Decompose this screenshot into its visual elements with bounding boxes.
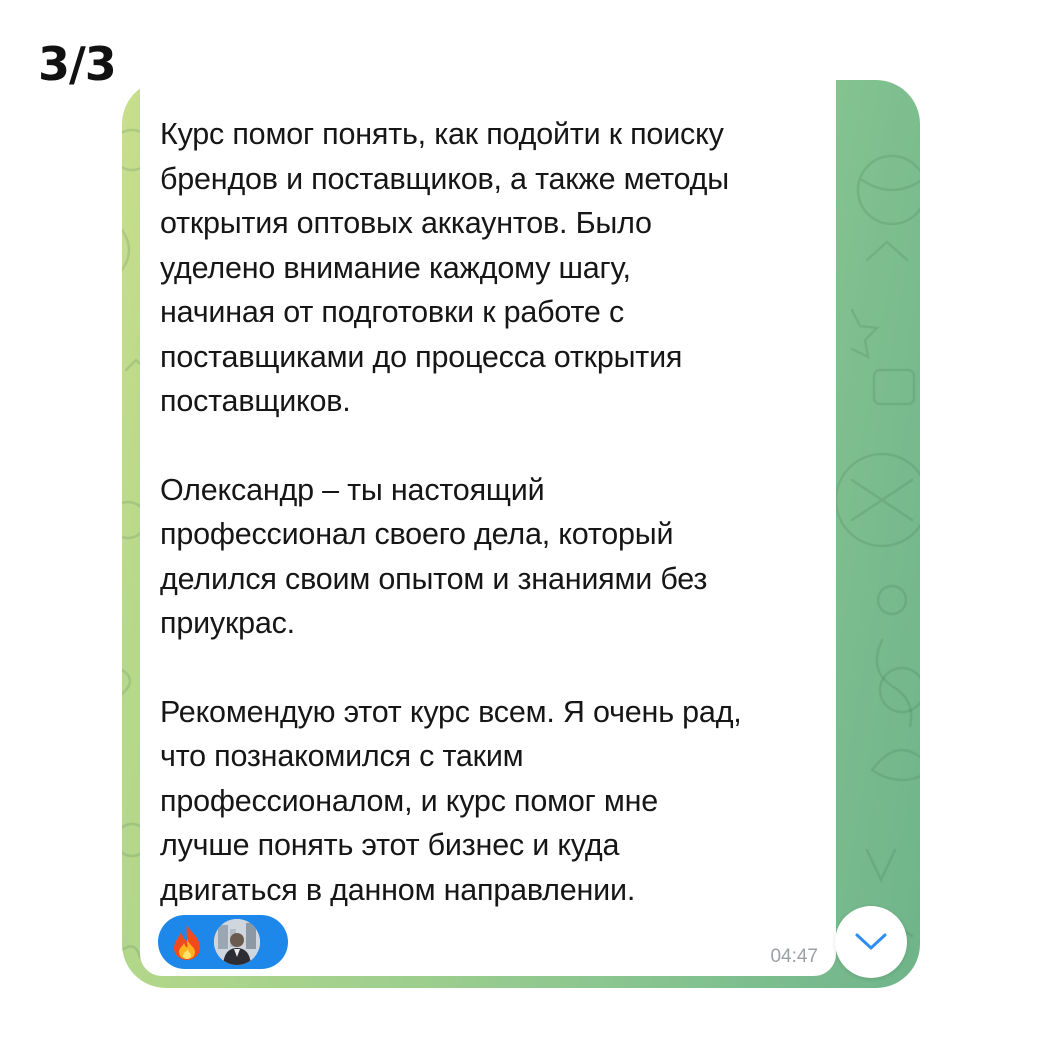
reaction-chip[interactable]	[158, 915, 288, 969]
message-paragraph: Рекомендую этот курс всем. Я очень рад, …	[160, 694, 742, 907]
scroll-down-button[interactable]	[835, 906, 907, 978]
chevron-down-icon	[855, 933, 887, 950]
fire-icon	[174, 924, 200, 960]
avatar	[214, 919, 260, 965]
message-time: 04:47	[770, 946, 818, 967]
message-bubble[interactable]: Курс помог понять, как подойти к поиску …	[140, 80, 836, 976]
message-paragraph: Курс помог понять, как подойти к поиску …	[160, 117, 730, 418]
screenshot-page: 3/3 Курс помог понять, как подойти к пои…	[0, 0, 1040, 1040]
page-counter: 3/3	[38, 37, 117, 91]
message-paragraph: Олександр – ты настоящий профессионал св…	[160, 472, 708, 641]
